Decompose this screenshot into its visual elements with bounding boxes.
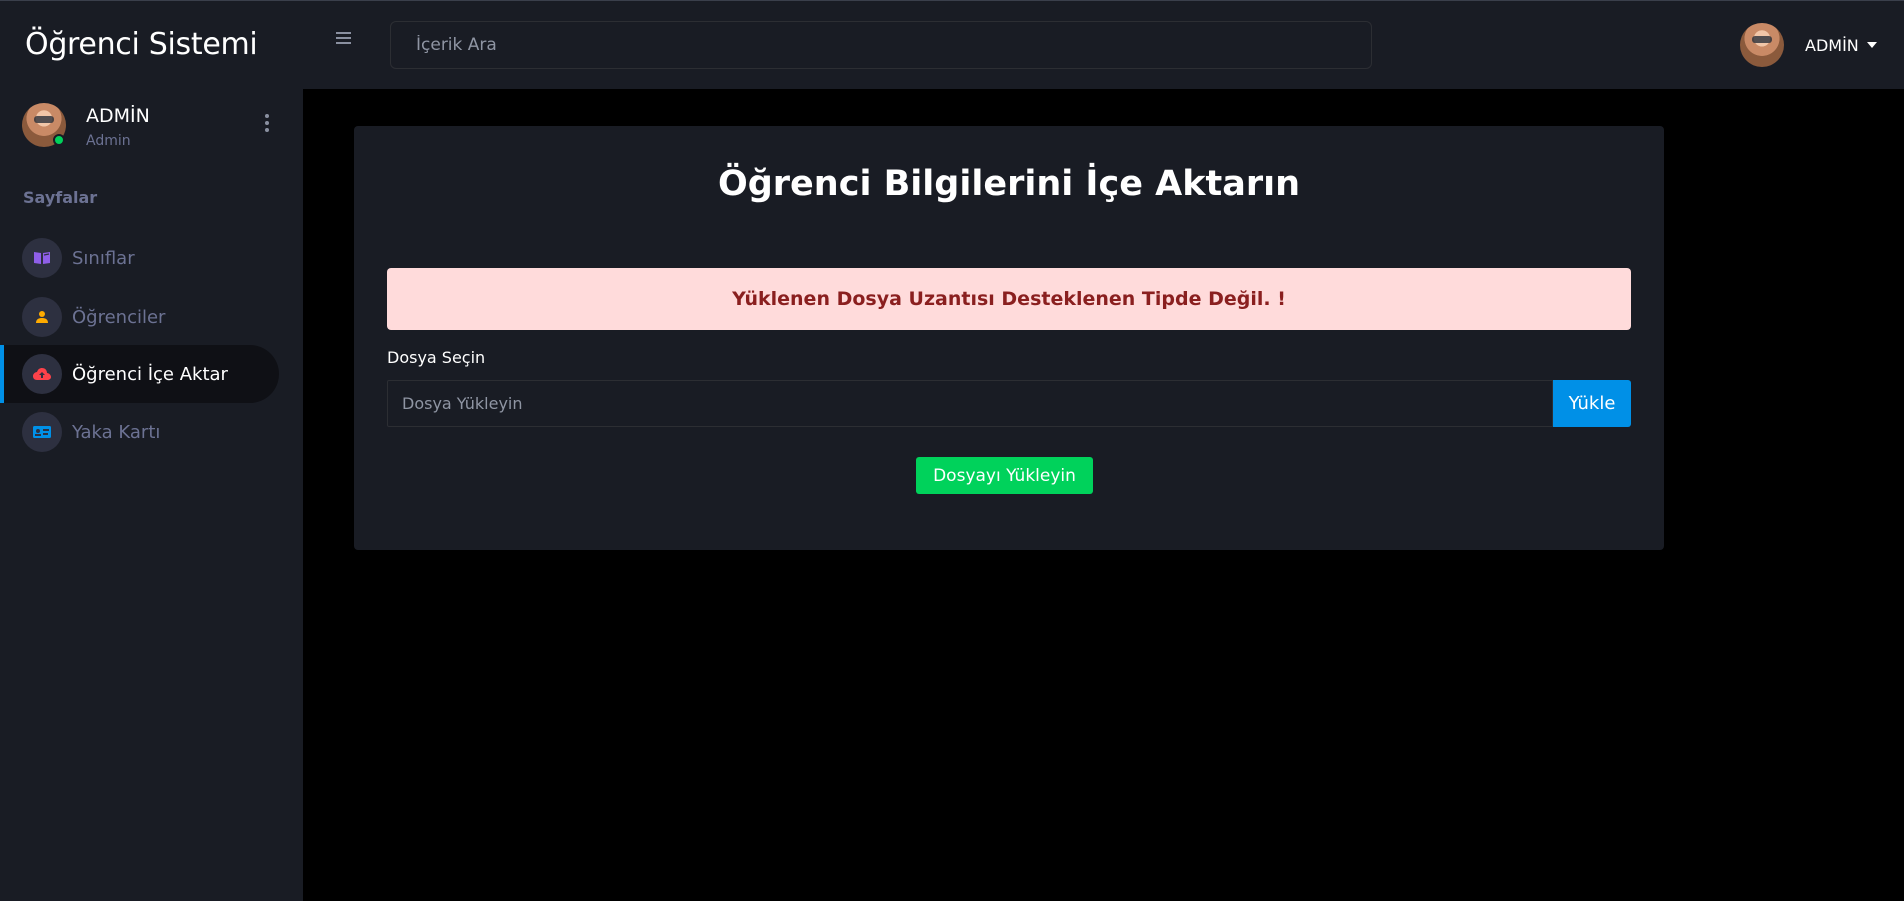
search-input[interactable] [390, 21, 1372, 69]
error-alert: Yüklenen Dosya Uzantısı Desteklenen Tipd… [387, 268, 1631, 330]
online-status-icon [53, 134, 65, 146]
cloud-upload-icon [22, 354, 62, 394]
profile-name: ADMİN [86, 105, 150, 127]
sidebar-item-import-students[interactable]: Öğrenci İçe Aktar [0, 345, 279, 403]
profile-role: Admin [86, 133, 131, 149]
sidebar-item-label: Sınıflar [72, 247, 135, 269]
file-field-label: Dosya Seçin [387, 348, 486, 367]
sidebar-item-students[interactable]: Öğrenciler [0, 288, 279, 346]
id-card-icon [22, 412, 62, 452]
chevron-down-icon [1866, 42, 1877, 48]
sidebar-item-classes[interactable]: Sınıflar [0, 229, 279, 287]
sidebar-item-label: Öğrenci İçe Aktar [72, 363, 228, 385]
user-name: ADMİN [1805, 35, 1859, 55]
sidebar: ADMİN Admin Sayfalar Sınıflar Öğrenciler… [0, 89, 303, 901]
sidebar-item-label: Yaka Kartı [72, 421, 161, 443]
section-title: Sayfalar [23, 188, 98, 207]
sidebar-item-badge[interactable]: Yaka Kartı [0, 403, 279, 461]
menu-toggle-icon[interactable] [336, 32, 356, 52]
submit-file-button[interactable]: Dosyayı Yükleyin [916, 457, 1093, 494]
sidebar-item-label: Öğrenciler [72, 306, 166, 328]
sidebar-profile: ADMİN Admin [22, 103, 282, 153]
upload-button[interactable]: Yükle [1553, 380, 1631, 427]
more-options-icon[interactable] [264, 114, 270, 136]
top-navbar: Öğrenci Sistemi ADMİN [0, 0, 1904, 89]
import-card: Öğrenci Bilgilerini İçe Aktarın Yüklenen… [354, 126, 1664, 550]
page-title: Öğrenci Bilgilerini İçe Aktarın [717, 164, 1301, 204]
user-icon [22, 297, 62, 337]
user-menu[interactable]: ADMİN [1740, 23, 1877, 67]
brand-title[interactable]: Öğrenci Sistemi [25, 27, 258, 62]
file-input[interactable]: Dosya Yükleyin [387, 380, 1553, 427]
book-icon [22, 238, 62, 278]
avatar [1740, 23, 1784, 67]
